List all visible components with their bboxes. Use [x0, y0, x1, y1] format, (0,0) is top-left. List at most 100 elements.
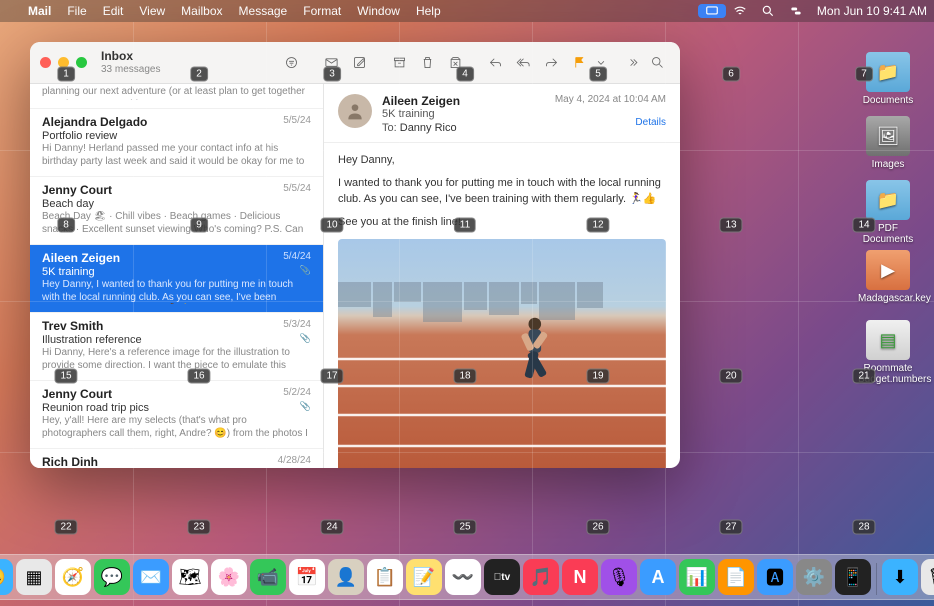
delete-button[interactable]	[414, 51, 440, 75]
desktop-images-folder[interactable]: 🖼 Images	[858, 116, 918, 170]
junk-button[interactable]	[442, 51, 468, 75]
mailbox-count: 33 messages	[101, 64, 160, 75]
message-list[interactable]: planning our next adventure (or at least…	[30, 84, 324, 468]
message-item[interactable]: planning our next adventure (or at least…	[30, 84, 323, 109]
minimize-button[interactable]	[58, 57, 69, 68]
screen-mirroring-icon[interactable]	[698, 4, 726, 18]
dock-mail[interactable]: ✉️	[133, 559, 169, 595]
menu-help[interactable]: Help	[408, 4, 449, 18]
grid-number: 27	[719, 520, 742, 535]
menubar-clock[interactable]: Mon Jun 10 9:41 AM	[810, 4, 934, 18]
dock-numbers[interactable]: 📊	[679, 559, 715, 595]
close-button[interactable]	[40, 57, 51, 68]
dock-reminders[interactable]: 📋	[367, 559, 403, 595]
dock-maps[interactable]: 🗺	[172, 559, 208, 595]
desktop-keynote-file[interactable]: ▶ Madagascar.key	[858, 250, 918, 304]
archive-button[interactable]	[386, 51, 412, 75]
dock-safari[interactable]: 🧭	[55, 559, 91, 595]
dock-contacts[interactable]: 👤	[328, 559, 364, 595]
spotlight-icon[interactable]	[754, 4, 782, 18]
grid-number: 13	[719, 218, 742, 233]
dock-calendar[interactable]: 📅	[289, 559, 325, 595]
dock-settings[interactable]: ⚙️	[796, 559, 832, 595]
dock-notes[interactable]: 📝	[406, 559, 442, 595]
compose-button[interactable]	[346, 51, 372, 75]
message-date: 5/5/24	[283, 115, 311, 126]
message-attachment-image[interactable]	[338, 239, 666, 468]
dock-freeform[interactable]: 〰️	[445, 559, 481, 595]
search-button[interactable]	[644, 51, 670, 75]
desktop-pdf-folder[interactable]: 📁 PDF Documents	[858, 180, 918, 245]
message-header: Aileen Zeigen 5K training To: Danny Rico…	[324, 84, 680, 143]
mail-titlebar[interactable]: Inbox 33 messages	[30, 42, 680, 84]
dock-pages[interactable]: 📄	[718, 559, 754, 595]
dock-music[interactable]: 🎵	[523, 559, 559, 595]
message-sender: Aileen Zeigen	[42, 251, 311, 265]
message-item[interactable]: Jenny Court5/5/24Beach dayBeach Day 🏖 · …	[30, 177, 323, 245]
dock-news[interactable]: N	[562, 559, 598, 595]
dock-trash[interactable]: 🗑	[921, 559, 934, 595]
grid-number: 22	[54, 520, 77, 535]
menu-view[interactable]: View	[131, 4, 173, 18]
forward-button[interactable]	[538, 51, 564, 75]
desktop-numbers-file[interactable]: ▤ Roommate Budget.numbers	[858, 320, 918, 385]
message-item[interactable]: Rich Dinh4/28/24📎Trip to Zion National P…	[30, 449, 323, 468]
message-item[interactable]: Trev Smith5/3/24📎Illustration referenceH…	[30, 313, 323, 381]
body-line: Hey Danny,	[338, 153, 666, 168]
dock-launchpad[interactable]: ▦	[16, 559, 52, 595]
keynote-icon: ▶	[866, 250, 910, 290]
dock-finder[interactable]: 😀	[0, 559, 13, 595]
body-line: See you at the finish line!	[338, 215, 666, 230]
message-date: 5/4/24	[283, 251, 311, 262]
mailbox-title-block: Inbox 33 messages	[101, 50, 160, 74]
message-from[interactable]: Aileen Zeigen	[382, 94, 545, 108]
menu-file[interactable]: File	[59, 4, 94, 18]
flag-button[interactable]	[566, 51, 592, 75]
grid-number: 23	[187, 520, 210, 535]
desktop-documents-folder[interactable]: 📁 Documents	[858, 52, 918, 106]
dock-downloads[interactable]: ⬇	[882, 559, 918, 595]
runner-figure	[515, 315, 551, 405]
message-preview: planning our next adventure (or at least…	[42, 86, 311, 100]
dock-podcasts[interactable]: 🎙	[601, 559, 637, 595]
zoom-button[interactable]	[76, 57, 87, 68]
more-button[interactable]	[622, 51, 642, 75]
grid-number: 26	[586, 520, 609, 535]
menu-edit[interactable]: Edit	[95, 4, 132, 18]
wifi-icon[interactable]	[726, 4, 754, 18]
message-item[interactable]: Jenny Court5/2/24📎Reunion road trip pics…	[30, 381, 323, 449]
message-item[interactable]: Aileen Zeigen5/4/24📎5K trainingHey Danny…	[30, 245, 323, 313]
message-date: 4/28/24	[278, 455, 311, 466]
dock-photos[interactable]: 🌸	[211, 559, 247, 595]
attachment-icon: 📎	[300, 401, 311, 412]
menu-window[interactable]: Window	[349, 4, 408, 18]
message-list-subject: 5K training	[42, 266, 311, 278]
dock-iphone[interactable]: 📱	[835, 559, 871, 595]
message-date: 5/2/24	[283, 387, 311, 398]
details-button[interactable]: Details	[555, 117, 666, 128]
reply-all-button[interactable]	[510, 51, 536, 75]
desktop-icon-label: Documents	[858, 95, 918, 106]
reply-button[interactable]	[482, 51, 508, 75]
dock-tv[interactable]: tv	[484, 559, 520, 595]
control-center-icon[interactable]	[782, 4, 810, 18]
message-preview: Hi Danny, Here's a reference image for t…	[42, 347, 311, 372]
app-name[interactable]: Mail	[20, 4, 59, 18]
message-item[interactable]: Alejandra Delgado5/5/24Portfolio reviewH…	[30, 109, 323, 177]
menu-format[interactable]: Format	[295, 4, 349, 18]
menu-mailbox[interactable]: Mailbox	[173, 4, 230, 18]
menu-message[interactable]: Message	[231, 4, 296, 18]
message-preview: Beach Day 🏖 · Chill vibes · Beach games …	[42, 211, 311, 236]
dock-facetime[interactable]: 📹	[250, 559, 286, 595]
message-reader: Aileen Zeigen 5K training To: Danny Rico…	[324, 84, 680, 468]
folder-icon: 📁	[866, 52, 910, 92]
message-body[interactable]: Hey Danny, I wanted to thank you for put…	[324, 143, 680, 468]
get-mail-button[interactable]	[318, 51, 344, 75]
dock-messages[interactable]: 💬	[94, 559, 130, 595]
message-sender: Jenny Court	[42, 183, 311, 197]
dock-appstore[interactable]: A	[640, 559, 676, 595]
filter-button[interactable]	[278, 51, 304, 75]
flag-menu-button[interactable]	[594, 51, 608, 75]
dock-appstore2[interactable]: 🅰	[757, 559, 793, 595]
message-preview: Hi Danny! Herland passed me your contact…	[42, 143, 311, 168]
